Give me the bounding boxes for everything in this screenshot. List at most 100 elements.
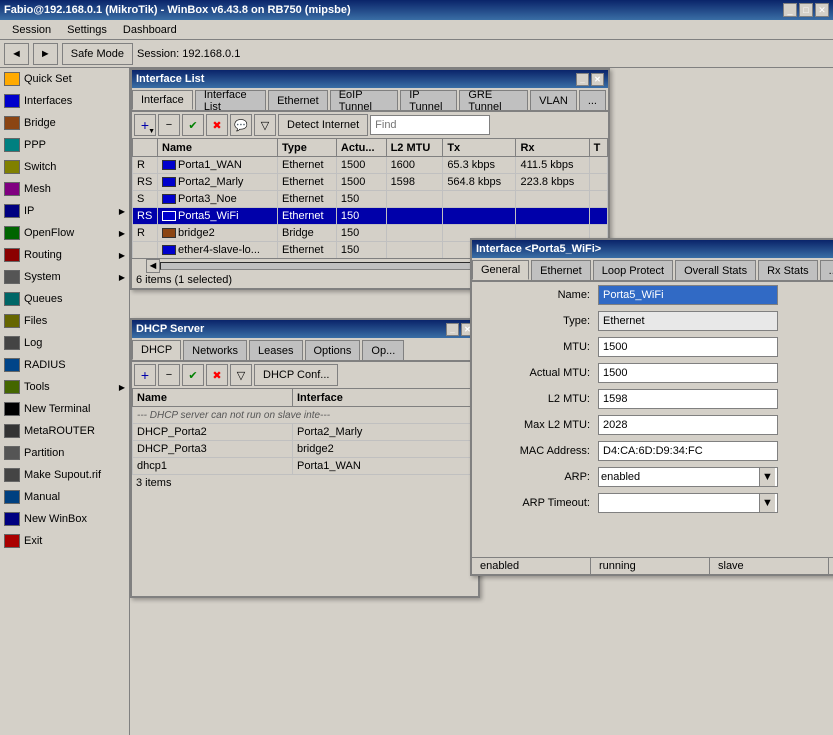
field-actual-mtu-input[interactable]	[598, 363, 778, 383]
field-arp-timeout-dropdown[interactable]: ▼	[598, 493, 778, 513]
add-button[interactable]: + ▼	[134, 114, 156, 136]
dhcp-minimize[interactable]: _	[446, 323, 459, 336]
field-mac-input[interactable]	[598, 441, 778, 461]
tab-more[interactable]: ...	[820, 260, 833, 280]
tab-general[interactable]: General	[472, 260, 529, 280]
sidebar-item-routing[interactable]: Routing ▶	[0, 244, 129, 266]
iface-list-window-buttons[interactable]: _ ✕	[576, 73, 604, 86]
filter-button[interactable]: ▽	[254, 114, 276, 136]
tab-overall-stats[interactable]: Overall Stats	[675, 260, 756, 280]
dhcp-disable-button[interactable]: ✖	[206, 364, 228, 386]
detect-internet-button[interactable]: Detect Internet	[278, 114, 368, 136]
field-mtu-input[interactable]	[598, 337, 778, 357]
col-l2mtu[interactable]: L2 MTU	[386, 139, 443, 157]
dhcp-config-button[interactable]: DHCP Conf...	[254, 364, 338, 386]
sidebar-item-new-winbox[interactable]: New WinBox	[0, 508, 129, 530]
tab-dhcp[interactable]: DHCP	[132, 340, 181, 360]
sidebar-item-openflow[interactable]: OpenFlow ▶	[0, 222, 129, 244]
search-input[interactable]	[370, 115, 490, 135]
comment-button[interactable]: 💬	[230, 114, 252, 136]
tab-interface[interactable]: Interface	[132, 90, 193, 110]
close-button[interactable]: ✕	[815, 3, 829, 17]
sidebar-item-system[interactable]: System ▶	[0, 266, 129, 288]
col-type[interactable]: Type	[278, 139, 337, 157]
field-type-input[interactable]	[598, 311, 778, 331]
maximize-button[interactable]: □	[799, 3, 813, 17]
sidebar-item-queues[interactable]: Queues	[0, 288, 129, 310]
title-bar-buttons[interactable]: _ □ ✕	[783, 3, 829, 17]
minimize-button[interactable]: _	[783, 3, 797, 17]
col-t[interactable]: T	[589, 139, 607, 157]
back-button[interactable]: ◄	[4, 43, 29, 65]
sidebar-item-meta-router[interactable]: MetaROUTER	[0, 420, 129, 442]
scroll-left-btn[interactable]: ◄	[146, 259, 160, 273]
table-row[interactable]: RS Porta5_WiFi Ethernet 150	[133, 208, 608, 225]
dropdown-arrow-icon[interactable]: ▼	[759, 468, 775, 486]
sidebar-item-exit[interactable]: Exit	[0, 530, 129, 552]
row-t	[589, 157, 607, 174]
col-name[interactable]: Name	[158, 139, 278, 157]
field-name-input[interactable]	[598, 285, 778, 305]
row-name: Porta2_Marly	[158, 174, 278, 191]
tab-more[interactable]: ...	[579, 90, 606, 110]
tab-networks[interactable]: Networks	[183, 340, 247, 360]
col-actual[interactable]: Actu...	[336, 139, 386, 157]
tab-ip-tunnel[interactable]: IP Tunnel	[400, 90, 457, 110]
dhcp-add-button[interactable]: +	[134, 364, 156, 386]
tab-dhcp-more[interactable]: Op...	[362, 340, 404, 360]
field-max-l2mtu-input[interactable]	[598, 415, 778, 435]
iface-list-close[interactable]: ✕	[591, 73, 604, 86]
sidebar-item-mesh[interactable]: Mesh	[0, 178, 129, 200]
tab-vlan[interactable]: VLAN	[530, 90, 577, 110]
enable-button[interactable]: ✔	[182, 114, 204, 136]
sidebar-item-files[interactable]: Files	[0, 310, 129, 332]
tab-ethernet[interactable]: Ethernet	[268, 90, 328, 110]
forward-button[interactable]: ►	[33, 43, 58, 65]
iface-list-minimize[interactable]: _	[576, 73, 589, 86]
menu-settings[interactable]: Settings	[59, 22, 115, 38]
sidebar-item-switch[interactable]: Switch	[0, 156, 129, 178]
col-rx[interactable]: Rx	[516, 139, 589, 157]
tab-interface-list[interactable]: Interface List	[195, 90, 266, 110]
field-arp-dropdown[interactable]: enabled ▼	[598, 467, 778, 487]
sidebar-item-manual[interactable]: Manual	[0, 486, 129, 508]
sidebar-item-radius[interactable]: RADIUS	[0, 354, 129, 376]
dhcp-remove-button[interactable]: −	[158, 364, 180, 386]
sidebar-item-ppp[interactable]: PPP	[0, 134, 129, 156]
sidebar-item-quick-set[interactable]: Quick Set	[0, 68, 129, 90]
table-row[interactable]: --- DHCP server can not run on slave int…	[133, 407, 478, 424]
disable-button[interactable]: ✖	[206, 114, 228, 136]
safe-mode-button[interactable]: Safe Mode	[62, 43, 133, 65]
tab-options[interactable]: Options	[305, 340, 361, 360]
col-name[interactable]: Name	[133, 389, 293, 407]
sidebar-item-make-supout[interactable]: Make Supout.rif	[0, 464, 129, 486]
dropdown-arrow-icon[interactable]: ▼	[759, 494, 775, 512]
table-row[interactable]: S Porta3_Noe Ethernet 150	[133, 191, 608, 208]
sidebar-item-ip[interactable]: IP ▶	[0, 200, 129, 222]
remove-button[interactable]: −	[158, 114, 180, 136]
menu-dashboard[interactable]: Dashboard	[115, 22, 185, 38]
tab-loop-protect[interactable]: Loop Protect	[593, 260, 673, 280]
tab-eoip[interactable]: EoIP Tunnel	[330, 90, 399, 110]
table-row[interactable]: DHCP_Porta2 Porta2_Marly	[133, 424, 478, 441]
sidebar-item-new-terminal[interactable]: New Terminal	[0, 398, 129, 420]
tab-ethernet[interactable]: Ethernet	[531, 260, 591, 280]
tab-rx-stats[interactable]: Rx Stats	[758, 260, 818, 280]
tab-leases[interactable]: Leases	[249, 340, 302, 360]
menu-session[interactable]: Session	[4, 22, 59, 38]
dhcp-enable-button[interactable]: ✔	[182, 364, 204, 386]
sidebar-item-partition[interactable]: Partition	[0, 442, 129, 464]
col-tx[interactable]: Tx	[443, 139, 516, 157]
col-interface[interactable]: Interface	[293, 389, 478, 407]
table-row[interactable]: RS Porta2_Marly Ethernet 1500 1598 564.8…	[133, 174, 608, 191]
tab-gre[interactable]: GRE Tunnel	[459, 90, 528, 110]
table-row[interactable]: R Porta1_WAN Ethernet 1500 1600 65.3 kbp…	[133, 157, 608, 174]
field-l2mtu-input[interactable]	[598, 389, 778, 409]
sidebar-item-interfaces[interactable]: Interfaces	[0, 90, 129, 112]
dhcp-filter-button[interactable]: ▽	[230, 364, 252, 386]
sidebar-item-tools[interactable]: Tools ▶	[0, 376, 129, 398]
table-row[interactable]: DHCP_Porta3 bridge2	[133, 441, 478, 458]
sidebar-item-bridge[interactable]: Bridge	[0, 112, 129, 134]
table-row[interactable]: dhcp1 Porta1_WAN	[133, 458, 478, 475]
sidebar-item-log[interactable]: Log	[0, 332, 129, 354]
